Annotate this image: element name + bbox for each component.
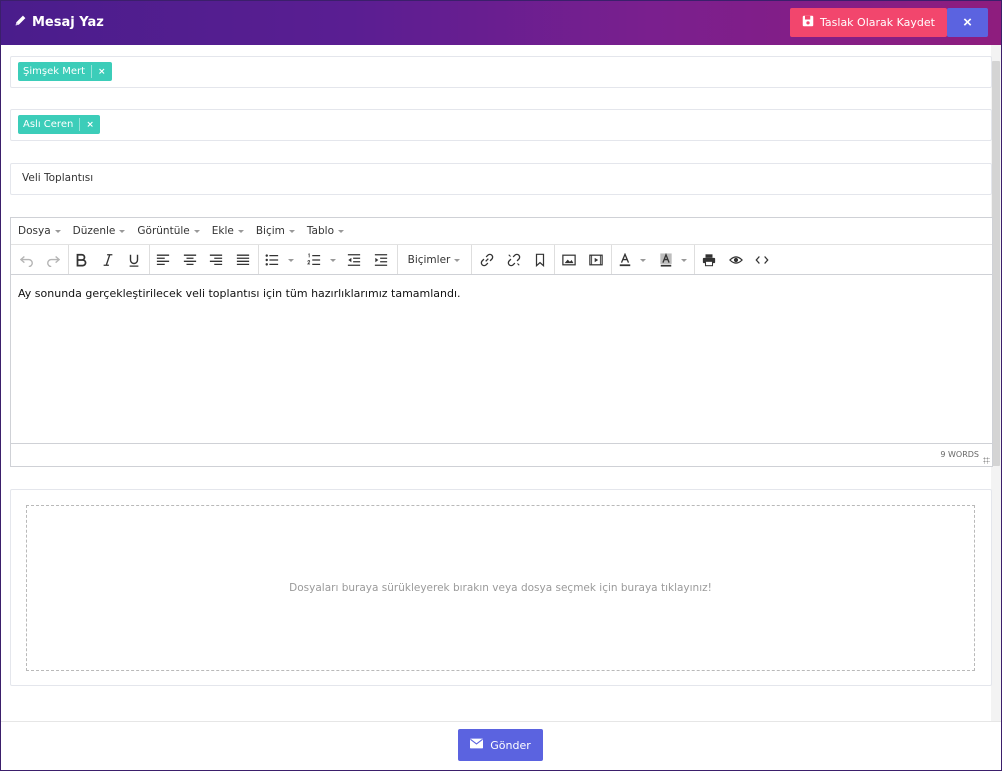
editor-body-text: Ay sonunda gerçekleştirilecek veli topla… xyxy=(18,287,461,300)
undo-icon[interactable] xyxy=(17,250,37,270)
modal-title-text: Mesaj Yaz xyxy=(32,15,104,30)
underline-icon[interactable] xyxy=(124,250,144,270)
caret-down-icon xyxy=(454,258,461,262)
caret-down-icon xyxy=(338,229,344,233)
editor-statusbar: 9 WORDS xyxy=(11,443,992,466)
caret-down-icon xyxy=(640,258,646,262)
editor-toolbar: Biçimler xyxy=(11,245,992,275)
tag-divider xyxy=(79,118,81,131)
send-button[interactable]: Gönder xyxy=(458,729,543,761)
print-icon[interactable] xyxy=(699,250,719,270)
toolbar-divider xyxy=(611,245,612,274)
background-color-dropdown[interactable] xyxy=(679,250,689,270)
compose-message-modal: Mesaj Yaz Taslak Olarak Kaydet × Şimşek … xyxy=(0,0,1002,771)
toolbar-divider xyxy=(694,245,695,274)
menu-view[interactable]: Görüntüle xyxy=(137,225,200,237)
bullet-list-dropdown[interactable] xyxy=(286,250,296,270)
menu-insert[interactable]: Ekle xyxy=(212,225,244,237)
caret-down-icon xyxy=(288,258,294,262)
save-draft-label: Taslak Olarak Kaydet xyxy=(820,16,935,29)
caret-down-icon xyxy=(237,229,244,233)
toolbar-divider xyxy=(149,245,150,274)
toolbar-divider xyxy=(471,245,472,274)
save-draft-button[interactable]: Taslak Olarak Kaydet xyxy=(790,8,947,37)
recipient-tag: Aslı Ceren × xyxy=(18,115,100,134)
recipient-tag: Şimşek Mert × xyxy=(18,62,112,81)
subject-value: Veli Toplantısı xyxy=(22,172,94,184)
menu-view-label: Görüntüle xyxy=(137,225,190,237)
editor-content[interactable]: Ay sonunda gerçekleştirilecek veli topla… xyxy=(11,275,992,443)
menu-file[interactable]: Dosya xyxy=(18,225,61,237)
align-justify-icon[interactable] xyxy=(233,250,253,270)
close-button[interactable]: × xyxy=(947,8,988,37)
menu-table-label: Tablo xyxy=(306,225,334,237)
caret-down-icon xyxy=(681,258,687,262)
close-icon: × xyxy=(963,14,972,31)
bullet-list-icon[interactable] xyxy=(262,250,282,270)
toolbar-divider xyxy=(68,245,69,274)
toolbar-divider xyxy=(554,245,555,274)
cc-recipients-field[interactable]: Aslı Ceren × xyxy=(10,109,992,141)
menu-format[interactable]: Biçim xyxy=(256,225,295,237)
toolbar-divider xyxy=(397,245,398,274)
align-right-icon[interactable] xyxy=(206,250,226,270)
recipient-tag-label: Şimşek Mert xyxy=(23,66,86,77)
unlink-icon[interactable] xyxy=(504,250,524,270)
modal-scrollbar-thumb[interactable] xyxy=(992,61,1000,466)
numbered-list-icon[interactable] xyxy=(304,250,324,270)
dropzone-hint: Dosyaları buraya sürükleyerek bırakın ve… xyxy=(289,582,712,594)
toolbar-divider xyxy=(258,245,259,274)
align-center-icon[interactable] xyxy=(180,250,200,270)
source-code-icon[interactable] xyxy=(752,250,772,270)
menu-table[interactable]: Tablo xyxy=(307,225,344,237)
to-recipients-field[interactable]: Şimşek Mert × xyxy=(10,56,992,88)
caret-down-icon xyxy=(54,229,61,233)
caret-down-icon xyxy=(288,229,295,233)
outdent-icon[interactable] xyxy=(344,250,364,270)
formats-dropdown[interactable]: Biçimler xyxy=(402,250,466,270)
menu-edit[interactable]: Düzenle xyxy=(73,225,126,237)
remove-tag-icon[interactable]: × xyxy=(98,67,112,77)
modal-header: Mesaj Yaz Taslak Olarak Kaydet × xyxy=(1,1,1001,45)
pencil-icon xyxy=(14,14,27,31)
formats-label: Biçimler xyxy=(407,254,451,266)
send-label: Gönder xyxy=(490,738,531,752)
subject-field[interactable]: Veli Toplantısı xyxy=(10,163,992,195)
align-left-icon[interactable] xyxy=(153,250,173,270)
bookmark-icon[interactable] xyxy=(530,250,550,270)
background-color-icon[interactable] xyxy=(656,250,676,270)
menu-format-label: Biçim xyxy=(255,225,285,237)
menu-insert-label: Ekle xyxy=(211,225,234,237)
preview-icon[interactable] xyxy=(726,250,746,270)
file-dropzone[interactable]: Dosyaları buraya sürükleyerek bırakın ve… xyxy=(26,505,975,671)
modal-title: Mesaj Yaz xyxy=(14,14,104,31)
envelope-icon xyxy=(470,738,484,752)
rich-text-editor: Dosya Düzenle Görüntüle Ekle Biçim Tablo xyxy=(10,217,993,467)
caret-down-icon xyxy=(119,229,126,233)
word-count: 9 WORDS xyxy=(940,450,979,459)
caret-down-icon xyxy=(193,229,200,233)
italic-icon[interactable] xyxy=(98,250,118,270)
modal-footer: Gönder xyxy=(1,721,1001,770)
resize-handle-icon[interactable] xyxy=(983,457,990,464)
image-icon[interactable] xyxy=(559,250,579,270)
redo-icon[interactable] xyxy=(43,250,63,270)
menu-edit-label: Düzenle xyxy=(72,225,116,237)
bold-icon[interactable] xyxy=(71,250,91,270)
menu-file-label: Dosya xyxy=(18,225,51,237)
indent-icon[interactable] xyxy=(371,250,391,270)
numbered-list-dropdown[interactable] xyxy=(328,250,338,270)
link-icon[interactable] xyxy=(477,250,497,270)
floppy-disk-icon xyxy=(802,15,814,30)
text-color-dropdown[interactable] xyxy=(638,250,648,270)
attachment-panel: Dosyaları buraya sürükleyerek bırakın ve… xyxy=(10,489,992,686)
tag-divider xyxy=(91,65,93,78)
recipient-tag-label: Aslı Ceren xyxy=(23,119,74,130)
editor-menubar: Dosya Düzenle Görüntüle Ekle Biçim Tablo xyxy=(11,218,992,245)
remove-tag-icon[interactable]: × xyxy=(86,120,100,130)
text-color-icon[interactable] xyxy=(615,250,635,270)
media-icon[interactable] xyxy=(586,250,606,270)
caret-down-icon xyxy=(330,258,336,262)
